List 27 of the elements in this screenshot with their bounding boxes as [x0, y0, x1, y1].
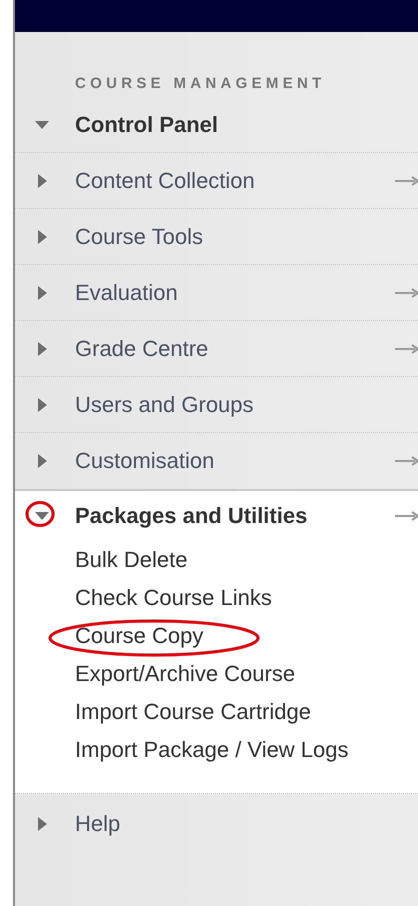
menu-item[interactable]: Users and Groups	[75, 392, 254, 418]
expand-toggle-icon[interactable]	[35, 454, 49, 468]
submenu-link[interactable]: Import Course Cartridge	[75, 699, 311, 724]
menu-item[interactable]: Control Panel	[75, 112, 218, 138]
menu-item[interactable]: Content Collection	[75, 168, 255, 194]
expand-toggle-icon[interactable]	[35, 398, 49, 412]
menu-item[interactable]: Grade Centre	[75, 336, 208, 362]
expand-toggle-icon[interactable]	[35, 286, 49, 300]
arrow-icon[interactable]	[395, 176, 418, 186]
arrow-icon[interactable]	[395, 288, 418, 298]
submenu-link[interactable]: Bulk Delete	[75, 547, 188, 572]
menu-item[interactable]: Help	[75, 811, 120, 837]
expand-toggle-icon[interactable]	[35, 817, 49, 831]
menu-item[interactable]: Packages and Utilities	[75, 503, 308, 529]
submenu-link[interactable]: Check Course Links	[75, 585, 272, 610]
arrow-icon[interactable]	[395, 511, 418, 521]
menu-item[interactable]: Evaluation	[75, 280, 178, 306]
submenu-link[interactable]: Import Package / View Logs	[75, 737, 349, 762]
menu-item[interactable]: Customisation	[75, 448, 214, 474]
menu-item[interactable]: Course Tools	[75, 224, 203, 250]
expand-toggle-icon[interactable]	[35, 230, 49, 244]
expand-toggle-icon[interactable]	[35, 342, 49, 356]
arrow-icon[interactable]	[395, 456, 418, 466]
submenu-link[interactable]: Export/Archive Course	[75, 661, 296, 686]
section-title: COURSE MANAGEMENT	[74, 74, 327, 94]
expand-toggle-icon[interactable]	[35, 174, 49, 188]
arrow-icon[interactable]	[395, 344, 418, 354]
